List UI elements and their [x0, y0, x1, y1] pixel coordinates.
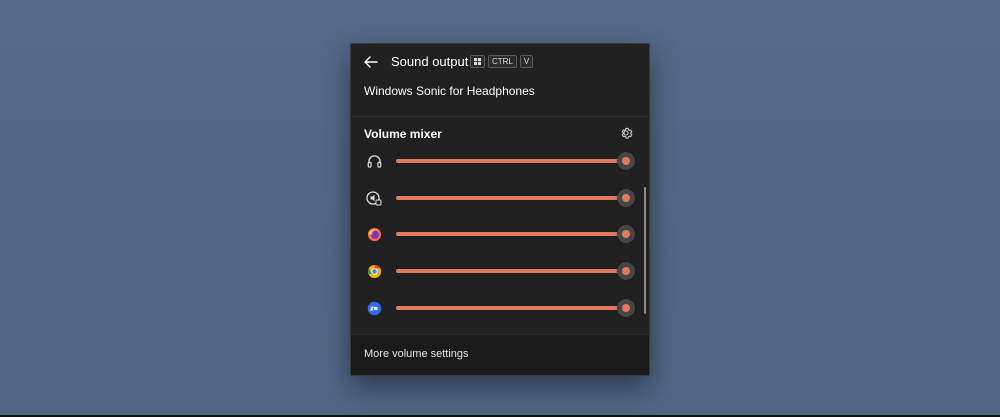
headphones-icon	[366, 153, 382, 169]
more-volume-settings-link[interactable]: More volume settings	[364, 348, 469, 360]
back-arrow-icon	[364, 56, 378, 68]
flyout-header: Sound output CTRL V	[351, 44, 649, 80]
keyboard-shortcut: CTRL V	[470, 55, 534, 68]
ctrl-key-badge: CTRL	[488, 55, 517, 68]
back-button[interactable]	[361, 53, 381, 71]
flyout-footer: More volume settings	[351, 334, 649, 375]
mixer-scrollbar[interactable]	[644, 187, 646, 314]
gear-icon	[621, 127, 633, 139]
slider-fill	[396, 196, 626, 200]
firefox-icon	[366, 226, 382, 242]
page-title: Sound output	[391, 54, 469, 69]
slider-thumb[interactable]	[617, 299, 635, 317]
chrome-canary-icon	[366, 263, 382, 279]
volume-slider[interactable]	[396, 152, 635, 170]
output-device-item[interactable]: Windows Sonic for Headphones	[364, 84, 535, 98]
volume-mixer-title: Volume mixer	[364, 127, 442, 141]
zoom-icon	[366, 300, 382, 316]
system-sounds-icon	[366, 190, 382, 206]
slider-fill	[396, 232, 626, 236]
slider-thumb[interactable]	[617, 262, 635, 280]
volume-slider[interactable]	[396, 189, 635, 207]
windows-key-badge	[470, 55, 485, 68]
mixer-row-system-sounds	[351, 184, 641, 212]
slider-fill	[396, 269, 626, 273]
slider-fill	[396, 306, 626, 310]
volume-slider[interactable]	[396, 225, 635, 243]
windows-logo-icon	[474, 58, 481, 65]
slider-thumb[interactable]	[617, 189, 635, 207]
mixer-row-zoom	[351, 294, 641, 322]
volume-slider[interactable]	[396, 299, 635, 317]
slider-thumb[interactable]	[617, 225, 635, 243]
mixer-settings-button[interactable]	[619, 126, 633, 140]
v-key-badge: V	[519, 55, 534, 68]
slider-fill	[396, 159, 626, 163]
mixer-row-chrome	[351, 257, 641, 285]
divider	[351, 116, 649, 117]
volume-slider[interactable]	[396, 262, 635, 280]
mixer-row-firefox	[351, 220, 641, 248]
slider-thumb[interactable]	[617, 152, 635, 170]
sound-output-flyout: Sound output CTRL V Windows Sonic for He…	[350, 43, 650, 376]
mixer-row-headphones	[351, 147, 641, 175]
